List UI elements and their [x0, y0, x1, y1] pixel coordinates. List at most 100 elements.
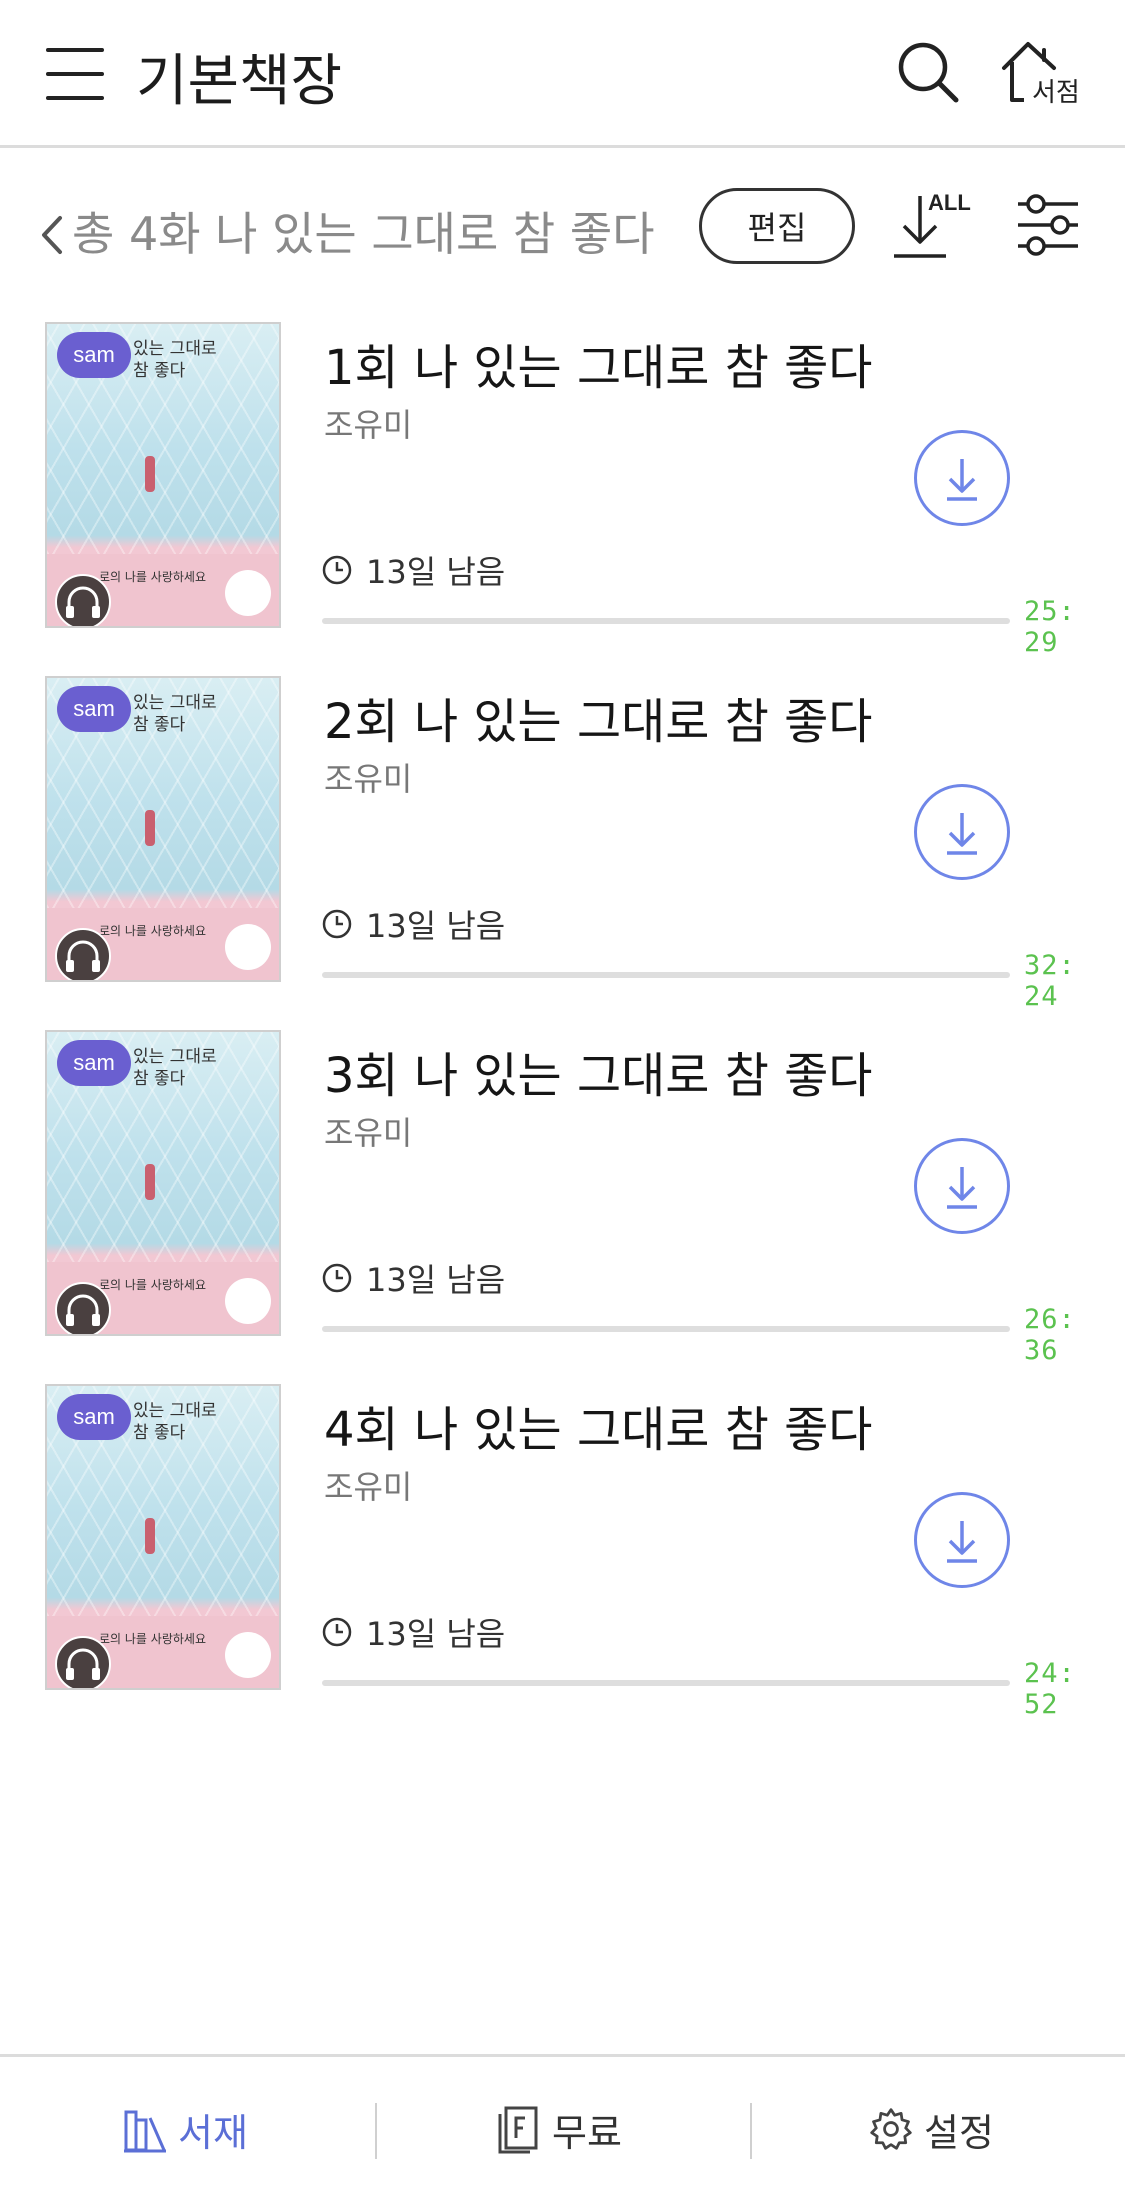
- episode-author: 조유미: [324, 406, 413, 444]
- download-all-button[interactable]: ALL: [890, 190, 971, 266]
- back-button[interactable]: [34, 210, 70, 260]
- clock-icon: [322, 555, 352, 585]
- cover-seal: [225, 924, 271, 970]
- sam-badge: sam: [57, 686, 131, 732]
- remaining-text: 13일 남음: [366, 1615, 506, 1653]
- episode-item[interactable]: sam 있는 그대로 참 좋다 로의 나를 사랑하세요 4회 나 있는 그대로 …: [0, 1384, 1125, 1738]
- store-label: 서점: [1032, 78, 1080, 108]
- top-app-bar: 기본책장 서점: [0, 0, 1125, 148]
- menu-button[interactable]: [46, 48, 104, 100]
- clock-icon: [322, 1263, 352, 1293]
- progress-bar: [322, 1680, 1010, 1686]
- download-icon: [947, 459, 977, 501]
- episode-item[interactable]: sam 있는 그대로 참 좋다 로의 나를 사랑하세요 3회 나 있는 그대로 …: [0, 1030, 1125, 1384]
- remaining-text: 13일 남음: [366, 907, 506, 945]
- cover-quote: 로의 나를 사랑하세요: [99, 1632, 206, 1646]
- tab-divider: [750, 2103, 752, 2159]
- download-icon: [947, 1167, 977, 1209]
- clock-icon: [322, 909, 352, 939]
- episode-item[interactable]: sam 있는 그대로 참 좋다 로의 나를 사랑하세요 2회 나 있는 그대로 …: [0, 676, 1125, 1030]
- gear-icon: [870, 2108, 912, 2150]
- tab-free-label: 무료: [552, 2110, 622, 2155]
- cover-title: 있는 그대로 참 좋다: [133, 1401, 217, 1443]
- cover-quote: 로의 나를 사랑하세요: [99, 570, 206, 584]
- search-button[interactable]: [896, 40, 960, 104]
- page-title: 기본책장: [136, 49, 343, 114]
- episode-download-button[interactable]: [914, 430, 1010, 526]
- headphone-icon: [55, 1282, 111, 1334]
- progress-bar: [322, 618, 1010, 624]
- tab-free[interactable]: 무료: [496, 2097, 622, 2161]
- tab-settings[interactable]: 설정: [868, 2097, 994, 2161]
- headphone-icon: [55, 574, 111, 626]
- book-cover: sam 있는 그대로 참 좋다 로의 나를 사랑하세요: [45, 322, 281, 628]
- cover-figure: [145, 1164, 155, 1200]
- book-cover: sam 있는 그대로 참 좋다 로의 나를 사랑하세요: [45, 1030, 281, 1336]
- cover-seal: [225, 1278, 271, 1324]
- episode-download-button[interactable]: [914, 1492, 1010, 1588]
- download-all-label: ALL: [928, 190, 971, 215]
- tab-library-label: 서재: [178, 2110, 248, 2155]
- menu-icon-line-2: [46, 72, 104, 76]
- episode-duration: 32: 24: [1024, 950, 1076, 1012]
- cover-figure: [145, 456, 155, 492]
- download-icon: [947, 813, 977, 855]
- headphone-icon: [55, 1636, 111, 1688]
- progress-bar: [322, 972, 1010, 978]
- episode-author: 조유미: [324, 760, 413, 798]
- episode-title: 3회 나 있는 그대로 참 좋다: [324, 1048, 873, 1104]
- episode-item[interactable]: sam 있는 그대로 참 좋다 로의 나를 사랑하세요 1회 나 있는 그대로 …: [0, 322, 1125, 676]
- cover-figure: [145, 1518, 155, 1554]
- remaining-text: 13일 남음: [366, 553, 506, 591]
- episode-author: 조유미: [324, 1468, 413, 1506]
- episode-remaining: 13일 남음: [322, 550, 506, 591]
- headphone-icon: [55, 928, 111, 980]
- menu-icon-line-1: [46, 48, 104, 52]
- tab-settings-label: 설정: [924, 2110, 994, 2155]
- progress-bar: [322, 1326, 1010, 1332]
- clock-icon: [322, 1617, 352, 1647]
- book-cover: sam 있는 그대로 참 좋다 로의 나를 사랑하세요: [45, 676, 281, 982]
- sam-badge: sam: [57, 1394, 131, 1440]
- episode-author: 조유미: [324, 1114, 413, 1152]
- cover-seal: [225, 1632, 271, 1678]
- bottom-tab-bar: 서재 무료 설정: [0, 2054, 1125, 2202]
- bookshelf-icon: [124, 2110, 166, 2153]
- cover-title: 있는 그대로 참 좋다: [133, 1047, 217, 1089]
- chevron-left-icon: [42, 216, 62, 254]
- episode-duration: 26: 36: [1024, 1304, 1076, 1366]
- download-icon: [947, 1521, 977, 1563]
- episode-title: 2회 나 있는 그대로 참 좋다: [324, 694, 873, 750]
- cover-title: 있는 그대로 참 좋다: [133, 693, 217, 735]
- free-book-icon: [498, 2106, 538, 2154]
- cover-figure: [145, 810, 155, 846]
- tab-library[interactable]: 서재: [122, 2097, 248, 2161]
- series-title: 총 4화 나 있는 그대로 참 좋다: [72, 207, 655, 261]
- episode-download-button[interactable]: [914, 1138, 1010, 1234]
- cover-quote: 로의 나를 사랑하세요: [99, 924, 206, 938]
- cover-title: 있는 그대로 참 좋다: [133, 339, 217, 381]
- edit-button[interactable]: 편집: [699, 188, 855, 264]
- remaining-text: 13일 남음: [366, 1261, 506, 1299]
- tab-divider: [375, 2103, 377, 2159]
- store-button[interactable]: 서점: [1000, 38, 1084, 114]
- cover-seal: [225, 570, 271, 616]
- episode-download-button[interactable]: [914, 784, 1010, 880]
- episode-duration: 25: 29: [1024, 596, 1076, 658]
- episode-remaining: 13일 남음: [322, 904, 506, 945]
- episode-remaining: 13일 남음: [322, 1612, 506, 1653]
- book-cover: sam 있는 그대로 참 좋다 로의 나를 사랑하세요: [45, 1384, 281, 1690]
- episode-list: sam 있는 그대로 참 좋다 로의 나를 사랑하세요 1회 나 있는 그대로 …: [0, 322, 1125, 1738]
- cover-quote: 로의 나를 사랑하세요: [99, 1278, 206, 1292]
- sam-badge: sam: [57, 1040, 131, 1086]
- filter-button[interactable]: [1016, 192, 1080, 258]
- episode-title: 4회 나 있는 그대로 참 좋다: [324, 1402, 873, 1458]
- episode-remaining: 13일 남음: [322, 1258, 506, 1299]
- episode-list-header: 총 4화 나 있는 그대로 참 좋다 편집 ALL: [0, 150, 1125, 300]
- menu-icon-line-3: [46, 96, 104, 100]
- search-icon: [898, 42, 959, 103]
- sliders-icon: [1018, 194, 1078, 256]
- episode-duration: 24: 52: [1024, 1658, 1076, 1720]
- episode-title: 1회 나 있는 그대로 참 좋다: [324, 340, 873, 396]
- sam-badge: sam: [57, 332, 131, 378]
